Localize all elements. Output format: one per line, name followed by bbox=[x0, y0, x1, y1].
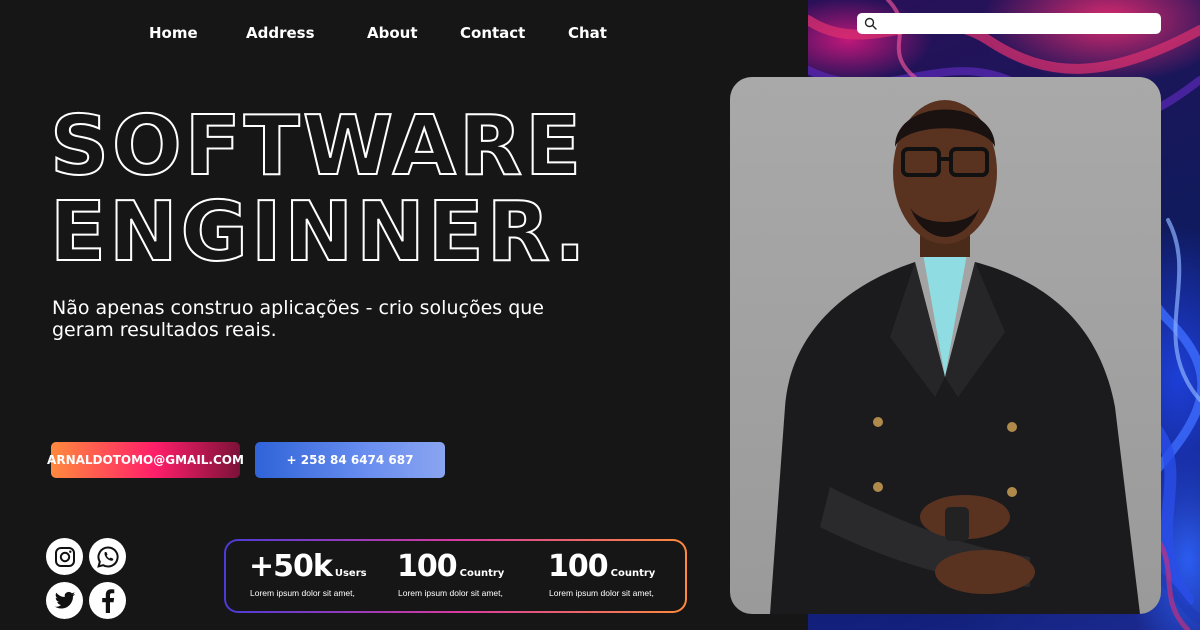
stat-users: +50k Users Lorem ipsum dolor sit amet, bbox=[249, 549, 367, 598]
hero-subtitle: Não apenas construo aplicações - crio so… bbox=[52, 297, 544, 341]
profile-photo bbox=[730, 77, 1161, 614]
stat-unit: Country bbox=[610, 568, 656, 579]
headline-line-2: ENGINNER. bbox=[49, 185, 589, 280]
stat-description: Lorem ipsum dolor sit amet, bbox=[549, 588, 654, 598]
stat-unit: Users bbox=[334, 568, 367, 579]
phone-label: + 258 84 6474 687 bbox=[286, 453, 414, 467]
stat-value: 100 bbox=[548, 549, 609, 584]
phone-button[interactable]: + 258 84 6474 687 bbox=[255, 442, 445, 478]
nav-address[interactable]: Address bbox=[246, 24, 315, 42]
stat-country-1: 100 Country Lorem ipsum dolor sit amet, bbox=[397, 549, 505, 598]
stat-value: 100 bbox=[397, 549, 458, 584]
stat-description: Lorem ipsum dolor sit amet, bbox=[250, 588, 355, 598]
stat-description: Lorem ipsum dolor sit amet, bbox=[398, 588, 503, 598]
email-button[interactable]: ARNALDOTOMO@GMAIL.COM bbox=[47, 442, 244, 478]
twitter-button[interactable] bbox=[46, 582, 83, 619]
email-label: ARNALDOTOMO@GMAIL.COM bbox=[47, 453, 244, 467]
hero-headline: SOFTWARE ENGINNER. bbox=[49, 99, 670, 280]
facebook-button[interactable] bbox=[89, 582, 126, 619]
search-bar[interactable] bbox=[857, 13, 1161, 34]
stat-country-2: 100 Country Lorem ipsum dolor sit amet, bbox=[548, 549, 656, 598]
instagram-icon bbox=[54, 546, 75, 567]
nav-home[interactable]: Home bbox=[149, 24, 198, 42]
headline-line-1: SOFTWARE bbox=[49, 99, 585, 194]
whatsapp-icon bbox=[96, 545, 119, 568]
nav-chat[interactable]: Chat bbox=[568, 24, 607, 42]
portrait-illustration bbox=[770, 100, 1140, 614]
instagram-button[interactable] bbox=[46, 538, 83, 575]
search-icon bbox=[864, 17, 877, 30]
stats-panel: +50k Users Lorem ipsum dolor sit amet, 10… bbox=[224, 539, 687, 613]
nav-contact[interactable]: Contact bbox=[460, 24, 525, 42]
search-input[interactable] bbox=[879, 13, 1155, 34]
whatsapp-button[interactable] bbox=[89, 538, 126, 575]
twitter-icon bbox=[54, 591, 75, 609]
facebook-icon bbox=[101, 588, 114, 613]
stat-unit: Country bbox=[459, 568, 505, 579]
stat-value: +50k bbox=[249, 549, 333, 584]
nav-about[interactable]: About bbox=[367, 24, 418, 42]
